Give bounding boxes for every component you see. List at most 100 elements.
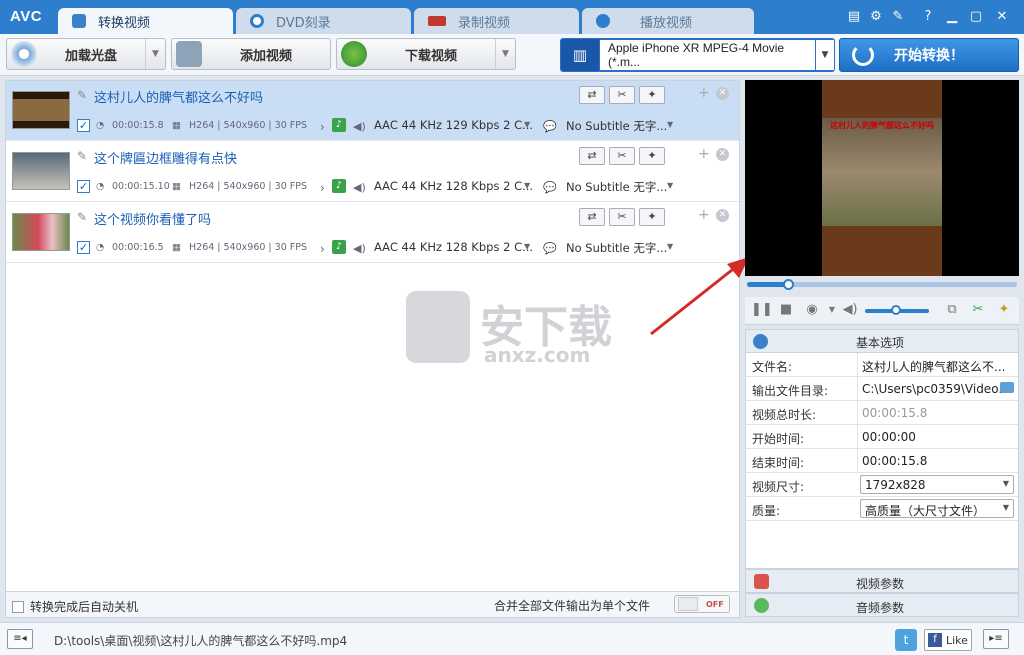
subtitle-select[interactable]: No Subtitle 无字... bbox=[566, 118, 667, 134]
close-icon[interactable]: ✕ bbox=[994, 9, 1010, 25]
tab-convert-video[interactable]: 转换视频 bbox=[58, 8, 233, 34]
player-controls: ❚❚ ■ ◉ ▼ ◀) ⧉ ✂ ✦ bbox=[745, 297, 1019, 325]
facebook-like-button[interactable]: f Like bbox=[924, 629, 972, 651]
edit-icon[interactable]: ✎ bbox=[77, 210, 87, 224]
toggle-list-icon[interactable]: ≡◂ bbox=[7, 629, 33, 649]
audio-params-section[interactable]: 音频参数 bbox=[745, 593, 1019, 617]
tab-play-video[interactable]: 播放视频 bbox=[582, 8, 754, 34]
list-item[interactable]: ✎ 这个视频你看懂了吗 ✓ ◔ 00:00:16.5 ▦ H264 | 540x… bbox=[6, 203, 739, 263]
cut-button[interactable]: ✂ bbox=[609, 86, 635, 104]
audio-info[interactable]: AAC 44 KHz 129 Kbps 2 C... bbox=[374, 118, 533, 132]
cut-icon[interactable]: ✂ bbox=[969, 302, 987, 318]
title-bar: AVC 转换视频 DVD刻录 录制视频 播放视频 ▤ ⚙ ✎ ? ▁ ▢ ✕ bbox=[0, 0, 1024, 34]
remove-icon[interactable]: ✕ bbox=[716, 148, 729, 161]
audio-info[interactable]: AAC 44 KHz 128 Kbps 2 C... bbox=[374, 240, 533, 254]
wrench-icon bbox=[753, 334, 768, 349]
cut-button[interactable]: ✂ bbox=[609, 208, 635, 226]
plus-icon[interactable]: + bbox=[698, 207, 710, 223]
stop-icon[interactable]: ■ bbox=[777, 302, 795, 318]
chevron-right-icon[interactable]: › bbox=[320, 181, 325, 195]
film-icon: ▦ bbox=[172, 242, 181, 253]
watermark-logo-icon bbox=[406, 291, 470, 363]
chevron-right-icon[interactable]: › bbox=[320, 120, 325, 134]
edit-icon[interactable]: ✎ bbox=[77, 88, 87, 102]
toggle-panel-icon[interactable]: ▸≡ bbox=[983, 629, 1009, 649]
file-name[interactable]: 这村儿人的脾气都这么不好吗 bbox=[94, 87, 263, 106]
chevron-down-icon[interactable]: ▼ bbox=[823, 302, 841, 318]
seek-slider[interactable] bbox=[745, 278, 1019, 292]
merge-toggle[interactable]: OFF bbox=[674, 595, 730, 613]
repeat-button[interactable]: ⇄ bbox=[579, 86, 605, 104]
video-params-section[interactable]: 视频参数 bbox=[745, 569, 1019, 593]
file-checkbox[interactable]: ✓ bbox=[77, 241, 90, 254]
chevron-right-icon[interactable]: › bbox=[320, 242, 325, 256]
tab-record-video[interactable]: 录制视频 bbox=[414, 8, 579, 34]
chevron-down-icon[interactable]: ▼ bbox=[816, 40, 834, 70]
chevron-down-icon[interactable]: ▼ bbox=[145, 39, 165, 69]
end-time-value[interactable]: 00:00:15.8 bbox=[857, 449, 1018, 472]
video-info: H264 | 540x960 | 30 FPS bbox=[189, 181, 307, 192]
video-size-select[interactable]: 1792x828 ▼ bbox=[860, 475, 1014, 494]
chevron-down-icon: ▼ bbox=[1002, 503, 1009, 512]
file-name[interactable]: 这个牌匾边框雕得有点快 bbox=[94, 148, 237, 167]
list-item[interactable]: ✎ 这村儿人的脾气都这么不好吗 ✓ ◔ 00:00:15.8 ▦ H264 | … bbox=[6, 81, 739, 141]
chevron-down-icon[interactable]: ▼ bbox=[524, 120, 530, 129]
output-profile-select[interactable]: ▥ Apple iPhone XR MPEG-4 Movie (*.m... ▼ bbox=[560, 38, 835, 72]
plus-icon[interactable]: + bbox=[698, 85, 710, 101]
chevron-down-icon[interactable]: ▼ bbox=[667, 242, 673, 251]
maximize-icon[interactable]: ▢ bbox=[968, 9, 984, 25]
start-time-value[interactable]: 00:00:00 bbox=[857, 425, 1018, 448]
effects-button[interactable]: ✦ bbox=[639, 147, 665, 165]
video-preview[interactable]: 这村儿人的脾气都这么不好吗 bbox=[745, 80, 1019, 276]
seek-handle[interactable] bbox=[782, 279, 794, 290]
main-toolbar: 加载光盘 ▼ 添加视频 下载视频 ▼ ▥ Apple iPhone XR MPE… bbox=[0, 34, 1024, 76]
app-logo: AVC bbox=[10, 8, 43, 25]
repeat-button[interactable]: ⇄ bbox=[579, 147, 605, 165]
tools-icon[interactable]: ✎ bbox=[890, 9, 906, 25]
camera-icon[interactable]: ◉ bbox=[803, 302, 821, 318]
basic-options-header[interactable]: 基本选项 bbox=[746, 330, 1018, 353]
effects-button[interactable]: ✦ bbox=[639, 208, 665, 226]
crop-icon[interactable]: ⧉ bbox=[943, 302, 961, 318]
convert-icon bbox=[72, 14, 86, 28]
remove-icon[interactable]: ✕ bbox=[716, 87, 729, 100]
registration-icon[interactable]: ▤ bbox=[846, 9, 862, 25]
file-name[interactable]: 这个视频你看懂了吗 bbox=[94, 209, 211, 228]
settings-icon[interactable]: ⚙ bbox=[868, 9, 884, 25]
folder-icon[interactable] bbox=[1000, 382, 1014, 393]
plus-icon[interactable]: + bbox=[698, 146, 710, 162]
add-video-button[interactable]: 添加视频 bbox=[171, 38, 331, 70]
download-video-button[interactable]: 下载视频 ▼ bbox=[336, 38, 516, 70]
remove-icon[interactable]: ✕ bbox=[716, 209, 729, 222]
output-folder-value[interactable]: C:\Users\pc0359\Video... bbox=[857, 377, 1018, 400]
audio-info[interactable]: AAC 44 KHz 128 Kbps 2 C... bbox=[374, 179, 533, 193]
effects-button[interactable]: ✦ bbox=[639, 86, 665, 104]
tab-dvd-burn[interactable]: DVD刻录 bbox=[236, 8, 411, 34]
list-footer: 转换完成后自动关机 合并全部文件输出为单个文件 OFF bbox=[5, 592, 740, 618]
twitter-icon[interactable]: t bbox=[895, 629, 917, 651]
chevron-down-icon[interactable]: ▼ bbox=[667, 181, 673, 190]
cut-button[interactable]: ✂ bbox=[609, 147, 635, 165]
volume-handle[interactable] bbox=[891, 305, 901, 315]
pause-icon[interactable]: ❚❚ bbox=[751, 302, 773, 318]
list-item[interactable]: ✎ 这个牌匾边框雕得有点快 ✓ ◔ 00:00:15.10 ▦ H264 | 5… bbox=[6, 142, 739, 202]
volume-icon[interactable]: ◀) bbox=[841, 302, 859, 318]
quality-select[interactable]: 高质量（大尺寸文件） ▼ bbox=[860, 499, 1014, 518]
magic-wand-icon[interactable]: ✦ bbox=[995, 302, 1013, 318]
help-icon[interactable]: ? bbox=[920, 9, 936, 25]
chevron-down-icon[interactable]: ▼ bbox=[667, 120, 673, 129]
minimize-icon[interactable]: ▁ bbox=[944, 9, 960, 25]
chevron-down-icon[interactable]: ▼ bbox=[524, 242, 530, 251]
property-row: 输出文件目录: C:\Users\pc0359\Video... bbox=[746, 377, 1018, 401]
edit-icon[interactable]: ✎ bbox=[77, 149, 87, 163]
file-checkbox[interactable]: ✓ bbox=[77, 119, 90, 132]
chevron-down-icon[interactable]: ▼ bbox=[495, 39, 515, 69]
file-checkbox[interactable]: ✓ bbox=[77, 180, 90, 193]
auto-shutdown-checkbox[interactable]: 转换完成后自动关机 bbox=[12, 598, 138, 615]
repeat-button[interactable]: ⇄ bbox=[579, 208, 605, 226]
subtitle-select[interactable]: No Subtitle 无字... bbox=[566, 179, 667, 195]
start-convert-button[interactable]: 开始转换！ bbox=[839, 38, 1019, 72]
chevron-down-icon[interactable]: ▼ bbox=[524, 181, 530, 190]
file-name-value[interactable]: 这村儿人的脾气都这么不... bbox=[857, 353, 1018, 376]
load-disc-button[interactable]: 加载光盘 ▼ bbox=[6, 38, 166, 70]
